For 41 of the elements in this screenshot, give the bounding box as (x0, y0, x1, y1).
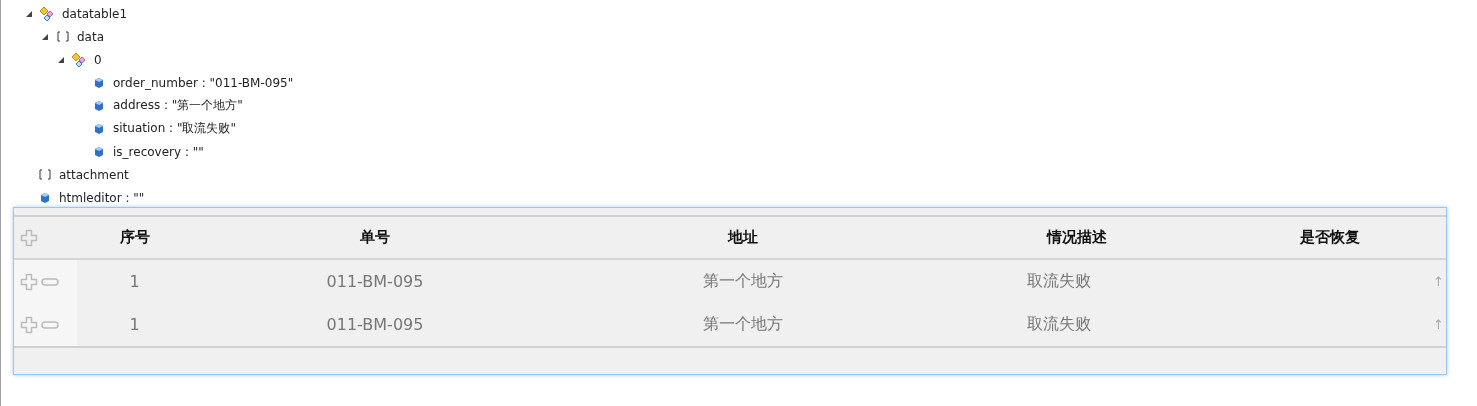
table-cell: 011-BM-095 (326, 272, 424, 291)
expanded-arrow-icon[interactable] (24, 10, 32, 17)
table-cell: 1 (129, 272, 140, 291)
remove-icon[interactable] (41, 277, 59, 286)
gem-icon (94, 76, 104, 89)
add-icon[interactable] (20, 272, 38, 291)
sort-arrow: ↑ (1433, 317, 1444, 332)
tree-label[interactable]: situation : "取流失败" (113, 120, 236, 137)
gem-icon (94, 122, 104, 135)
column-header[interactable]: 地址 (727, 228, 758, 247)
tree-label[interactable]: is_recovery : "" (113, 144, 204, 159)
brackets-icon (39, 169, 51, 180)
table-cell: 第一个地方 (702, 314, 783, 335)
brackets-icon (57, 31, 69, 42)
gem-icon (40, 191, 50, 204)
table-cell: 取流失败 (1027, 271, 1091, 292)
tree-label[interactable]: address : "第一个地方" (113, 97, 243, 114)
tree-label[interactable]: 0 (94, 52, 102, 67)
tree-label[interactable]: datatable1 (62, 6, 128, 21)
tree-label[interactable]: data (77, 29, 105, 44)
column-header[interactable]: 情况描述 (1047, 228, 1107, 247)
add-icon[interactable] (20, 315, 38, 334)
tree-label[interactable]: htmleditor : "" (59, 190, 145, 205)
gem-icon (94, 99, 104, 112)
column-header[interactable]: 单号 (360, 228, 390, 247)
object-icon (39, 5, 56, 22)
table-cell: 第一个地方 (702, 271, 783, 292)
tree-label[interactable]: order_number : "011-BM-095" (113, 75, 294, 90)
expanded-arrow-icon[interactable] (40, 33, 48, 40)
table-cell: 1 (129, 315, 140, 334)
table-cell: 取流失败 (1027, 314, 1091, 335)
object-icon (71, 51, 88, 68)
remove-icon[interactable] (41, 320, 59, 329)
table-cell: 011-BM-095 (326, 315, 424, 334)
expanded-arrow-icon[interactable] (56, 56, 64, 63)
gem-icon (94, 145, 104, 158)
tree-label[interactable]: attachment (59, 167, 129, 182)
add-icon[interactable] (20, 228, 38, 247)
column-header[interactable]: 序号 (119, 228, 150, 247)
column-header[interactable]: 是否恢复 (1299, 228, 1360, 247)
sort-arrow: ↑ (1433, 274, 1444, 289)
